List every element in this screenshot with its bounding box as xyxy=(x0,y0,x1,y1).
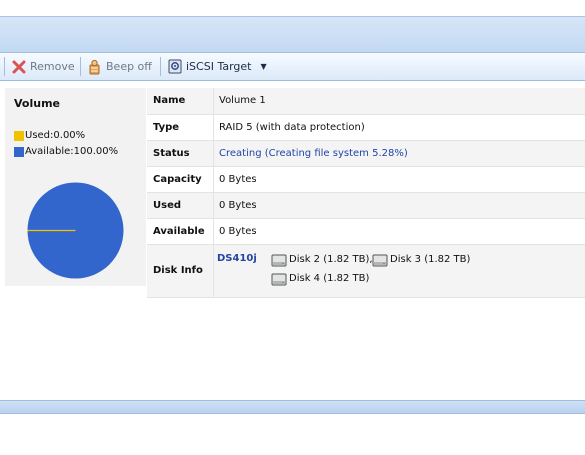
volume-usage-panel: Volume Used:0.00% Available:100.00% xyxy=(5,88,146,286)
beep-off-label: Beep off xyxy=(106,60,152,73)
toolbar-separator xyxy=(80,57,81,76)
row-key-type: Type xyxy=(147,114,214,141)
row-value-type: RAID 5 (with data protection) xyxy=(213,114,585,141)
device-name: DS410j xyxy=(217,252,257,264)
table-row: Available 0 Bytes xyxy=(147,218,585,245)
footer-band xyxy=(0,400,585,414)
table-row: Disk Info DS410j Disk 2 (1.82 TB), Disk … xyxy=(147,244,585,298)
disk-label: Disk 2 (1.82 TB), xyxy=(289,254,373,265)
iscsi-target-label: iSCSI Target xyxy=(186,60,252,73)
beep-off-icon xyxy=(87,59,102,75)
row-value-name: Volume 1 xyxy=(213,88,585,115)
row-key-available: Available xyxy=(147,218,214,245)
row-value-used: 0 Bytes xyxy=(213,192,585,219)
table-row: Status Creating (Creating file system 5.… xyxy=(147,140,585,167)
hard-disk-icon xyxy=(271,271,287,287)
disk-info-block: DS410j Disk 2 (1.82 TB), Disk 3 (1.82 TB… xyxy=(214,245,585,297)
disk-item: Disk 3 (1.82 TB) xyxy=(372,252,470,268)
row-key-status: Status xyxy=(147,140,214,167)
beep-off-button[interactable]: Beep off xyxy=(87,57,152,76)
usage-pie-chart xyxy=(27,182,124,279)
disk-label: Disk 4 (1.82 TB) xyxy=(289,273,370,284)
iscsi-target-icon xyxy=(168,59,182,74)
remove-label: Remove xyxy=(30,60,75,73)
table-row: Capacity 0 Bytes xyxy=(147,166,585,193)
hard-disk-icon xyxy=(271,252,287,268)
hard-disk-icon xyxy=(372,252,388,268)
row-key-used: Used xyxy=(147,192,214,219)
remove-x-icon xyxy=(12,60,26,74)
legend-swatch-used xyxy=(14,130,24,141)
chevron-down-icon: ▼ xyxy=(260,62,267,71)
row-key-disk-info: Disk Info xyxy=(147,244,214,298)
toolbar: Remove Beep off iSCSI Target ▼ xyxy=(0,53,585,81)
legend-available: Available:100.00% xyxy=(14,146,118,157)
window-header-band xyxy=(0,16,585,53)
volume-details-table: Name Volume 1 Type RAID 5 (with data pro… xyxy=(147,88,585,298)
row-value-disk-info: DS410j Disk 2 (1.82 TB), Disk 3 (1.82 TB… xyxy=(213,244,585,298)
table-row: Type RAID 5 (with data protection) xyxy=(147,114,585,141)
table-row: Name Volume 1 xyxy=(147,88,585,115)
iscsi-target-dropdown[interactable]: iSCSI Target ▼ xyxy=(168,57,267,76)
panel-title: Volume xyxy=(14,97,60,110)
toolbar-separator xyxy=(160,57,161,76)
legend-used: Used:0.00% xyxy=(14,130,85,141)
row-value-status[interactable]: Creating (Creating file system 5.28%) xyxy=(213,140,585,167)
disk-item: Disk 4 (1.82 TB) xyxy=(271,271,369,287)
row-key-name: Name xyxy=(147,88,214,115)
row-value-capacity: 0 Bytes xyxy=(213,166,585,193)
table-row: Used 0 Bytes xyxy=(147,192,585,219)
row-key-capacity: Capacity xyxy=(147,166,214,193)
remove-button[interactable]: Remove xyxy=(12,57,75,76)
disk-item: Disk 2 (1.82 TB), xyxy=(271,252,373,268)
legend-swatch-available xyxy=(14,146,24,157)
legend-available-label: Available:100.00% xyxy=(25,146,119,157)
legend-used-label: Used:0.00% xyxy=(25,130,86,141)
disk-label: Disk 3 (1.82 TB) xyxy=(390,254,471,265)
row-value-available: 0 Bytes xyxy=(213,218,585,245)
toolbar-separator xyxy=(4,57,5,76)
